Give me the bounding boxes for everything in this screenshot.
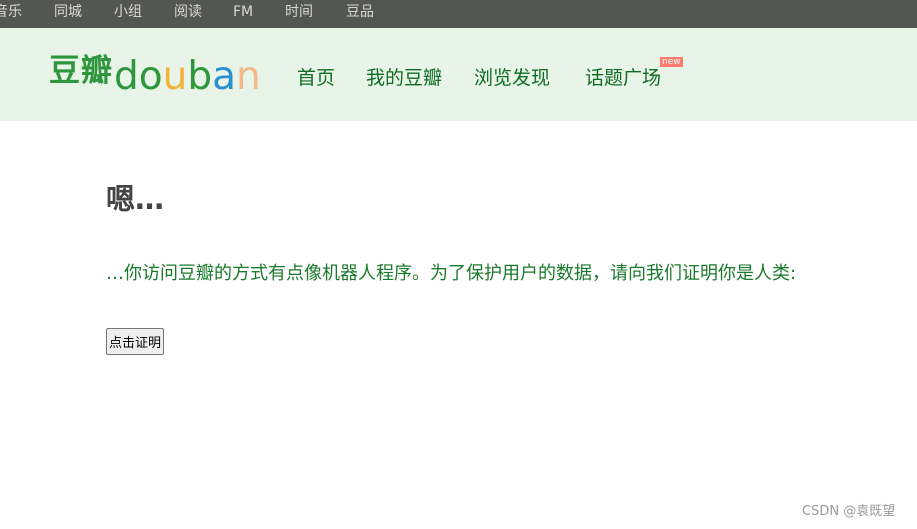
nav-my-douban[interactable]: 我的豆瓣 [366,66,442,90]
topbar-link-time[interactable]: 时间 [285,3,313,21]
douban-logo[interactable]: 豆瓣 douban [49,53,261,103]
logo-letter: u [162,54,188,99]
topbar-link-group[interactable]: 小组 [114,3,142,21]
logo-letter: n [236,54,261,99]
topbar-link-fm[interactable]: FM [233,3,253,21]
logo-letter: b [187,54,213,99]
new-badge: new [660,57,683,67]
logo-letter: o [138,54,163,99]
page-title: 嗯… [106,182,165,216]
top-nav-bar: 音乐 同城 小组 阅读 FM 时间 豆品 [0,0,917,28]
nav-home[interactable]: 首页 [297,66,335,90]
robot-check-message: …你访问豆瓣的方式有点像机器人程序。为了保护用户的数据，请向我们证明你是人类: [106,263,797,284]
logo-letter: d [114,54,139,99]
topbar-link-market[interactable]: 豆品 [346,3,374,21]
nav-explore[interactable]: 浏览发现 [474,66,550,90]
logo-chinese-text: 豆瓣 [49,53,113,89]
nav-topics[interactable]: 话题广场 [585,66,661,90]
verify-human-button[interactable]: 点击证明 [106,328,165,355]
topbar-link-read[interactable]: 阅读 [174,3,202,21]
topbar-link-music[interactable]: 音乐 [0,3,22,21]
site-header: 豆瓣 douban 首页 我的豆瓣 浏览发现 话题广场 new [0,28,917,121]
logo-english-text: douban [114,55,261,99]
logo-letter: a [212,54,237,99]
topbar-link-local[interactable]: 同城 [54,3,82,21]
csdn-watermark: CSDN @袁既望 [802,504,896,519]
